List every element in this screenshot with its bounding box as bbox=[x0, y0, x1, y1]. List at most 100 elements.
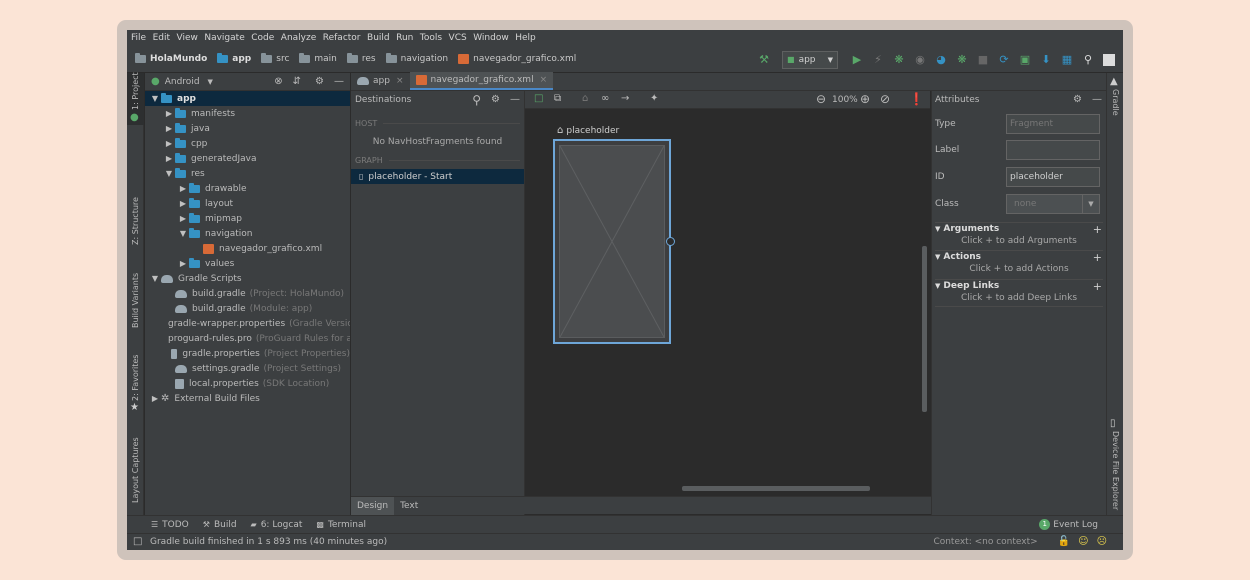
project-view-selector[interactable]: Android bbox=[165, 77, 200, 87]
breadcrumb-file[interactable]: navegador_grafico.xml bbox=[458, 54, 576, 64]
smile-icon[interactable]: ☺ bbox=[1078, 537, 1088, 547]
tree-item[interactable]: ▼ res bbox=[145, 166, 350, 181]
tree-item[interactable]: ▶ cpp bbox=[145, 136, 350, 151]
tool-tab-project[interactable]: 1: Project bbox=[131, 72, 140, 110]
tree-item[interactable]: ▶ ✲ External Build Files bbox=[145, 391, 350, 406]
search-icon[interactable]: ⚲ bbox=[472, 94, 481, 106]
menu-refactor[interactable]: Refactor bbox=[323, 33, 361, 43]
chevron-right-icon[interactable]: ▶ bbox=[177, 259, 189, 268]
arguments-header[interactable]: ▼ Arguments + bbox=[935, 223, 1103, 236]
chevron-down-icon[interactable]: ▼ bbox=[208, 78, 213, 86]
auto-arrange-icon[interactable]: ✦ bbox=[650, 94, 658, 104]
zoom-to-fit-icon[interactable]: ⊘ bbox=[880, 93, 890, 105]
label-input[interactable] bbox=[1006, 140, 1100, 160]
warning-icon[interactable]: ❗ bbox=[909, 93, 924, 105]
destination-item-placeholder[interactable]: ▯ placeholder - Start bbox=[351, 169, 524, 184]
tab-navegador-grafico[interactable]: navegador_grafico.xml × bbox=[409, 72, 554, 90]
tree-item[interactable]: ▶ drawable bbox=[145, 181, 350, 196]
tree-item[interactable]: ▶ java bbox=[145, 121, 350, 136]
tool-tab-layout-captures[interactable]: Layout Captures bbox=[131, 437, 140, 503]
menu-view[interactable]: View bbox=[177, 33, 198, 43]
tool-tab-terminal[interactable]: ▩ Terminal bbox=[316, 520, 366, 530]
project-structure-icon[interactable]: ▦ bbox=[1059, 52, 1075, 68]
tree-item[interactable]: local.properties (SDK Location) bbox=[145, 376, 350, 391]
chevron-right-icon[interactable]: ▶ bbox=[177, 214, 189, 223]
close-icon[interactable]: × bbox=[540, 75, 548, 85]
tool-tab-gradle[interactable]: Gradle bbox=[1111, 89, 1120, 116]
tree-item[interactable]: ▼ app bbox=[145, 91, 350, 106]
frown-icon[interactable]: ☹ bbox=[1097, 537, 1107, 547]
chevron-right-icon[interactable]: ▶ bbox=[163, 109, 175, 118]
minimize-icon[interactable]: — bbox=[334, 76, 344, 87]
chevron-right-icon[interactable]: ▶ bbox=[149, 394, 161, 403]
horizontal-scrollbar[interactable] bbox=[682, 486, 870, 491]
tool-tab-build[interactable]: ⚒ Build bbox=[203, 520, 237, 530]
menu-build[interactable]: Build bbox=[367, 33, 390, 43]
tree-item[interactable]: build.gradle (Module: app) bbox=[145, 301, 350, 316]
menu-vcs[interactable]: VCS bbox=[449, 33, 467, 43]
add-deep-link-button[interactable]: + bbox=[1093, 280, 1102, 293]
chevron-right-icon[interactable]: ▶ bbox=[163, 139, 175, 148]
home-icon[interactable]: ⌂ bbox=[582, 94, 588, 104]
tree-item[interactable]: ▶ manifests bbox=[145, 106, 350, 121]
breadcrumb-project[interactable]: HolaMundo bbox=[135, 53, 207, 64]
gear-icon[interactable]: ⚙ bbox=[315, 76, 324, 87]
tree-item[interactable]: build.gradle (Project: HolaMundo) bbox=[145, 286, 350, 301]
tree-item[interactable]: ▼ navigation bbox=[145, 226, 350, 241]
lock-icon[interactable]: 🔓 bbox=[1058, 537, 1070, 547]
placeholder-destination-card[interactable] bbox=[553, 139, 671, 344]
tool-tab-logcat[interactable]: ▰ 6: Logcat bbox=[251, 520, 303, 530]
tab-design[interactable]: Design bbox=[351, 496, 395, 515]
profile-icon[interactable]: ◕ bbox=[933, 52, 949, 68]
tool-tab-device-file-explorer[interactable]: Device File Explorer bbox=[1111, 431, 1120, 510]
attach-debugger-icon[interactable]: ◉ bbox=[912, 52, 928, 68]
tree-item[interactable]: proguard-rules.pro (ProGuard Rules for ap bbox=[145, 331, 350, 346]
actions-header[interactable]: ▼ Actions + bbox=[935, 251, 1103, 264]
avatar[interactable] bbox=[1101, 52, 1117, 68]
class-select[interactable]: none ▼ bbox=[1006, 194, 1100, 214]
zoom-out-icon[interactable]: ⊖ bbox=[816, 93, 826, 105]
gear-icon[interactable]: ⚙ bbox=[491, 95, 500, 105]
minimize-icon[interactable]: — bbox=[510, 95, 520, 105]
chevron-down-icon[interactable]: ▼ bbox=[163, 169, 175, 178]
menu-code[interactable]: Code bbox=[251, 33, 274, 43]
menu-window[interactable]: Window bbox=[473, 33, 509, 43]
debug-icon[interactable]: ❋ bbox=[891, 52, 907, 68]
tool-tab-build-variants[interactable]: Build Variants bbox=[131, 273, 140, 328]
breadcrumb-src[interactable]: src bbox=[261, 53, 289, 64]
nested-graph-icon[interactable]: ⧉ bbox=[554, 94, 561, 104]
gear-icon[interactable]: ⚙ bbox=[1073, 95, 1082, 105]
apply-changes-icon[interactable]: ⚡ bbox=[870, 52, 886, 68]
chevron-right-icon[interactable]: ▶ bbox=[163, 124, 175, 133]
avd-manager-icon[interactable]: ▣ bbox=[1017, 52, 1033, 68]
chevron-down-icon[interactable]: ▼ bbox=[149, 94, 161, 103]
search-icon[interactable]: ⚲ bbox=[1080, 52, 1096, 68]
menu-help[interactable]: Help bbox=[515, 33, 536, 43]
stop-icon[interactable]: ■ bbox=[975, 52, 991, 68]
menu-run[interactable]: Run bbox=[396, 33, 413, 43]
breadcrumb-module[interactable]: app bbox=[217, 53, 251, 64]
breadcrumb-main[interactable]: main bbox=[299, 53, 337, 64]
chevron-right-icon[interactable]: ▶ bbox=[177, 199, 189, 208]
chevron-down-icon[interactable]: ▼ bbox=[149, 274, 161, 283]
tree-item[interactable]: ▶ generatedJava bbox=[145, 151, 350, 166]
action-drag-handle[interactable] bbox=[666, 237, 675, 246]
menu-navigate[interactable]: Navigate bbox=[204, 33, 244, 43]
tree-item[interactable]: gradle.properties (Project Properties) bbox=[145, 346, 350, 361]
tree-item[interactable]: ▶ layout bbox=[145, 196, 350, 211]
debug-attach-icon[interactable]: ❋ bbox=[954, 52, 970, 68]
menu-analyze[interactable]: Analyze bbox=[281, 33, 316, 43]
link-icon[interactable]: ∞ bbox=[601, 94, 609, 104]
breadcrumb-navigation[interactable]: navigation bbox=[385, 53, 448, 64]
tree-item[interactable]: settings.gradle (Project Settings) bbox=[145, 361, 350, 376]
sdk-manager-icon[interactable]: ⬇ bbox=[1038, 52, 1054, 68]
deep-links-header[interactable]: ▼ Deep Links + bbox=[935, 280, 1103, 293]
arrow-right-icon[interactable]: → bbox=[621, 94, 629, 104]
chevron-right-icon[interactable]: ▶ bbox=[177, 184, 189, 193]
scroll-from-source-icon[interactable]: ⇵ bbox=[293, 76, 301, 87]
make-project-icon[interactable]: ⚒ bbox=[756, 52, 772, 68]
sync-gradle-icon[interactable]: ⟳ bbox=[996, 52, 1012, 68]
tree-item[interactable]: ▶ mipmap bbox=[145, 211, 350, 226]
toggle-tool-windows-icon[interactable]: □ bbox=[133, 537, 142, 547]
breadcrumb-res[interactable]: res bbox=[346, 53, 376, 64]
